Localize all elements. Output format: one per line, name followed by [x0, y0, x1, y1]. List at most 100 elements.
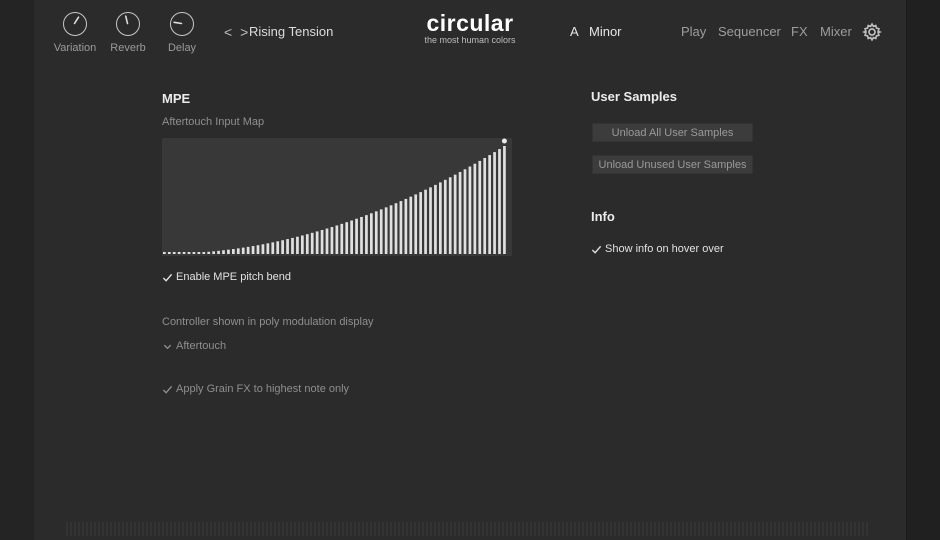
user-samples-heading: User Samples [591, 89, 677, 104]
strip-tick [758, 522, 760, 536]
curve-bar [227, 249, 230, 254]
strip-tick [746, 522, 748, 536]
strip-tick [122, 522, 124, 536]
grain-fx-toggle[interactable]: Apply Grain FX to highest note only [162, 383, 349, 395]
curve-bar [177, 252, 181, 254]
preset-name[interactable]: Rising Tension [249, 24, 333, 39]
variation-knob-group[interactable]: Variation [45, 12, 105, 54]
strip-tick [658, 522, 660, 536]
strip-tick [450, 522, 452, 536]
strip-tick [454, 522, 456, 536]
nav-fx[interactable]: FX [791, 24, 808, 39]
app-frame: Variation Reverb Delay < > Rising Tensio… [0, 0, 940, 540]
delay-knob-group[interactable]: Delay [152, 12, 212, 54]
curve-bar [355, 218, 358, 254]
scale-selector[interactable]: Minor [589, 24, 622, 39]
curve-bar [192, 252, 196, 254]
strip-tick [790, 522, 792, 536]
curve-bar [463, 169, 467, 254]
unload-all-samples-button[interactable]: Unload All User Samples [592, 123, 753, 142]
strip-tick [418, 522, 420, 536]
strip-tick [610, 522, 612, 536]
strip-tick [158, 522, 160, 536]
curve-bar [503, 146, 506, 254]
strip-tick [706, 522, 708, 536]
curve-bar [360, 216, 363, 254]
main-panel [34, 0, 906, 540]
strip-tick [550, 522, 552, 536]
unload-unused-samples-button[interactable]: Unload Unused User Samples [592, 155, 753, 174]
curve-bar [266, 243, 270, 254]
controller-dropdown[interactable]: Aftertouch [162, 340, 226, 352]
nav-play[interactable]: Play [681, 24, 706, 39]
curve-bar [434, 184, 437, 254]
curve-bar [222, 250, 225, 254]
strip-tick [770, 522, 772, 536]
reverb-knob[interactable] [116, 12, 140, 36]
key-selector[interactable]: A [570, 24, 579, 39]
curve-bar [468, 166, 472, 254]
curve-bar [236, 248, 240, 254]
curve-bar [345, 222, 349, 254]
strip-tick [142, 522, 144, 536]
info-hover-toggle[interactable]: Show info on hover over [591, 243, 724, 255]
strip-tick [286, 522, 288, 536]
settings-gear-icon[interactable] [862, 22, 882, 42]
strip-tick [606, 522, 608, 536]
curve-bar [424, 189, 427, 254]
nav-mixer[interactable]: Mixer [820, 24, 852, 39]
curve-bar [458, 171, 462, 254]
strip-tick [102, 522, 104, 536]
strip-tick [170, 522, 172, 536]
strip-tick [754, 522, 756, 536]
aftertouch-curve-bars [163, 138, 507, 254]
curve-bar [493, 152, 496, 254]
strip-tick [730, 522, 732, 536]
curve-bar [448, 177, 452, 254]
strip-tick [326, 522, 328, 536]
strip-tick [334, 522, 336, 536]
strip-tick [406, 522, 408, 536]
strip-tick [282, 522, 284, 536]
strip-tick [778, 522, 780, 536]
strip-tick [134, 522, 136, 536]
strip-tick [306, 522, 308, 536]
strip-tick [322, 522, 324, 536]
strip-tick [666, 522, 668, 536]
strip-tick [486, 522, 488, 536]
bottom-meter-strip [66, 522, 868, 536]
strip-tick [762, 522, 764, 536]
strip-tick [430, 522, 432, 536]
strip-tick [198, 522, 200, 536]
strip-tick [210, 522, 212, 536]
strip-tick [186, 522, 188, 536]
delay-knob[interactable] [170, 12, 194, 36]
mpe-heading: MPE [162, 91, 191, 106]
strip-tick [258, 522, 260, 536]
curve-bar [473, 163, 477, 254]
curve-endpoint-handle[interactable] [501, 138, 507, 144]
checkmark-icon [162, 385, 173, 394]
strip-tick [774, 522, 776, 536]
strip-tick [698, 522, 700, 536]
strip-tick [834, 522, 836, 536]
strip-tick [802, 522, 804, 536]
curve-bar [384, 207, 388, 254]
checkmark-icon [591, 245, 602, 254]
curve-bar [286, 239, 289, 254]
strip-tick [842, 522, 844, 536]
aftertouch-curve-editor[interactable] [162, 138, 512, 256]
strip-tick [602, 522, 604, 536]
strip-tick [646, 522, 648, 536]
strip-tick [534, 522, 536, 536]
strip-tick [94, 522, 96, 536]
strip-tick [490, 522, 492, 536]
curve-bar [350, 220, 353, 254]
strip-tick [222, 522, 224, 536]
mpe-pitch-bend-toggle[interactable]: Enable MPE pitch bend [162, 271, 291, 283]
preset-nav-arrows[interactable]: < > [224, 24, 250, 40]
variation-knob[interactable] [63, 12, 87, 36]
nav-sequencer[interactable]: Sequencer [718, 24, 781, 39]
strip-tick [682, 522, 684, 536]
reverb-knob-group[interactable]: Reverb [98, 12, 158, 54]
